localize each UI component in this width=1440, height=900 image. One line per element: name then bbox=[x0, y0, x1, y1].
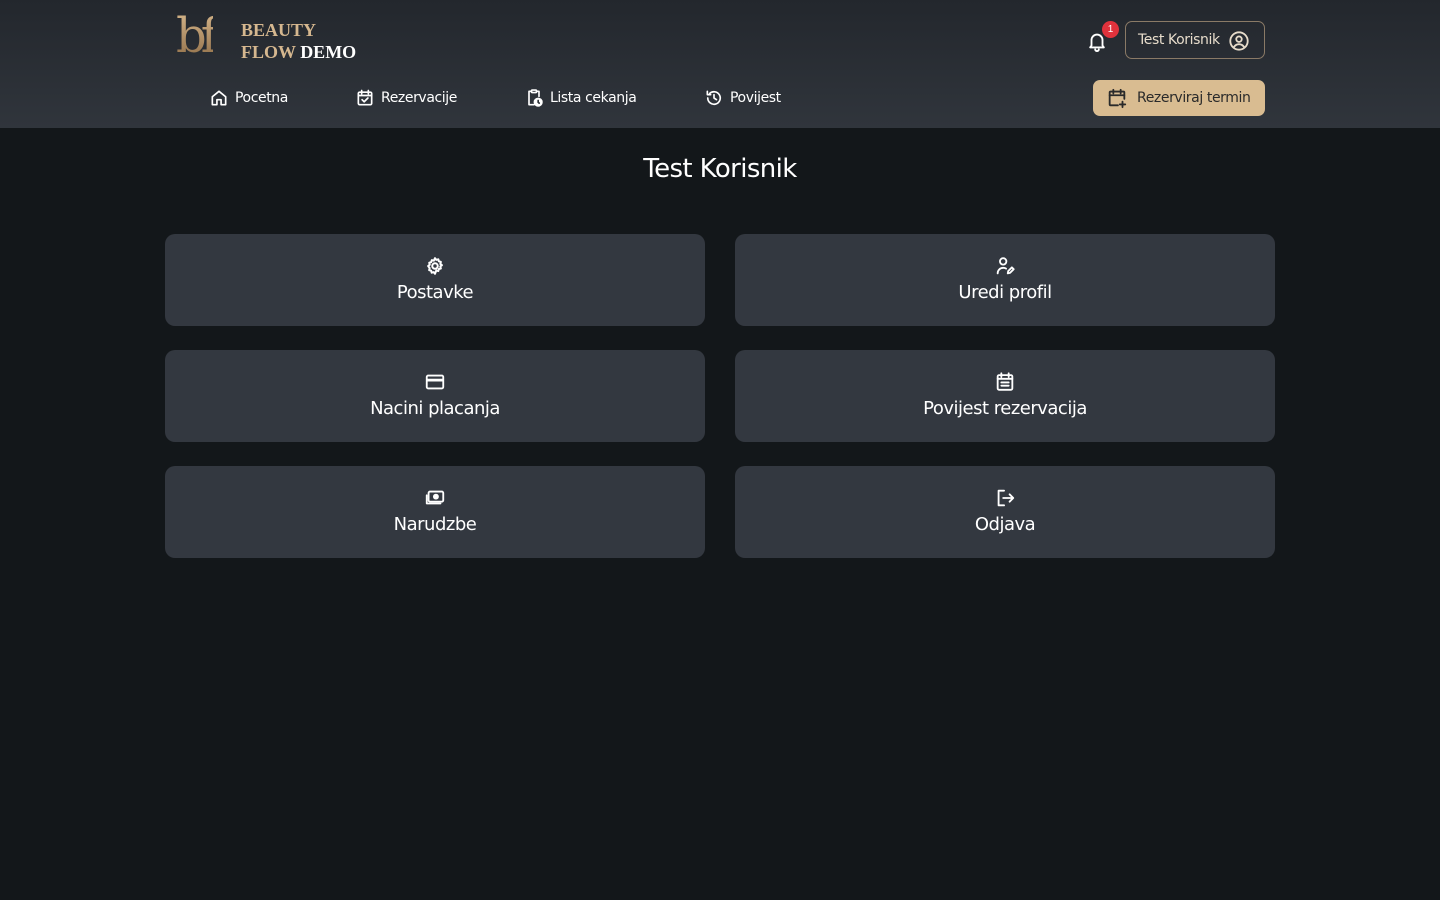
logo-line-1: BEAUTY bbox=[241, 20, 317, 40]
logo[interactable]: bf BEAUTY FLOW DEMO bbox=[176, 8, 376, 68]
logo-text: BEAUTY FLOW DEMO bbox=[241, 19, 356, 63]
user-circle-icon bbox=[1229, 31, 1249, 51]
logo-line-2-suffix: DEMO bbox=[300, 42, 357, 62]
card-narudzbe[interactable]: Narudzbe bbox=[165, 466, 705, 558]
card-odjava[interactable]: Odjava bbox=[735, 466, 1275, 558]
card-label-odjava: Odjava bbox=[974, 514, 1036, 535]
card-povijest-rezervacija[interactable]: Povijest rezervacija bbox=[735, 350, 1275, 442]
card-nacini-placanja[interactable]: Nacini placanja bbox=[165, 350, 705, 442]
nav-item-pocetna[interactable]: Pocetna bbox=[209, 86, 288, 110]
nav-item-lista-cekanja[interactable]: Lista cekanja bbox=[524, 86, 637, 110]
home-icon bbox=[211, 90, 227, 106]
nav-label-rezervacije: Rezervacije bbox=[381, 90, 457, 106]
logo-line-2: FLOW DEMO bbox=[241, 41, 356, 63]
top-header: bf BEAUTY FLOW DEMO 1 Test Korisnik Poce… bbox=[0, 0, 1440, 128]
book-appointment-button[interactable]: Rezerviraj termin bbox=[1093, 80, 1265, 116]
nav-label-pocetna: Pocetna bbox=[235, 90, 288, 106]
nav-label-lista-cekanja: Lista cekanja bbox=[550, 90, 637, 106]
card-uredi-profil[interactable]: Uredi profil bbox=[735, 234, 1275, 326]
calendar-plus-icon bbox=[1108, 88, 1127, 109]
calendar-list-icon bbox=[996, 372, 1014, 391]
clipboard-clock-icon bbox=[528, 89, 543, 107]
book-appointment-label: Rezerviraj termin bbox=[1137, 90, 1251, 106]
card-label-nacini-placanja: Nacini placanja bbox=[370, 398, 500, 419]
card-postavke[interactable]: Postavke bbox=[165, 234, 705, 326]
gear-icon bbox=[427, 257, 443, 275]
cash-icon bbox=[425, 490, 445, 505]
nav-item-povijest[interactable]: Povijest bbox=[704, 86, 781, 110]
card-label-povijest-rezervacija: Povijest rezervacija bbox=[923, 398, 1087, 419]
logo-line-2-main: FLOW bbox=[241, 42, 296, 62]
notification-badge: 1 bbox=[1102, 21, 1119, 38]
history-icon bbox=[706, 90, 722, 106]
logo-mark: bf bbox=[176, 8, 218, 64]
user-edit-icon bbox=[996, 257, 1015, 275]
card-label-postavke: Postavke bbox=[396, 282, 474, 303]
credit-card-icon bbox=[425, 374, 445, 390]
nav-item-rezervacije[interactable]: Rezervacije bbox=[355, 86, 457, 110]
card-label-narudzbe: Narudzbe bbox=[393, 514, 477, 535]
calendar-check-icon bbox=[357, 89, 373, 106]
user-menu-button[interactable]: Test Korisnik bbox=[1125, 21, 1265, 59]
logout-icon bbox=[997, 489, 1015, 507]
user-name: Test Korisnik bbox=[1138, 32, 1220, 48]
nav-label-povijest: Povijest bbox=[730, 90, 781, 106]
card-label-uredi-profil: Uredi profil bbox=[958, 282, 1052, 303]
page-title: Test Korisnik bbox=[643, 154, 797, 184]
